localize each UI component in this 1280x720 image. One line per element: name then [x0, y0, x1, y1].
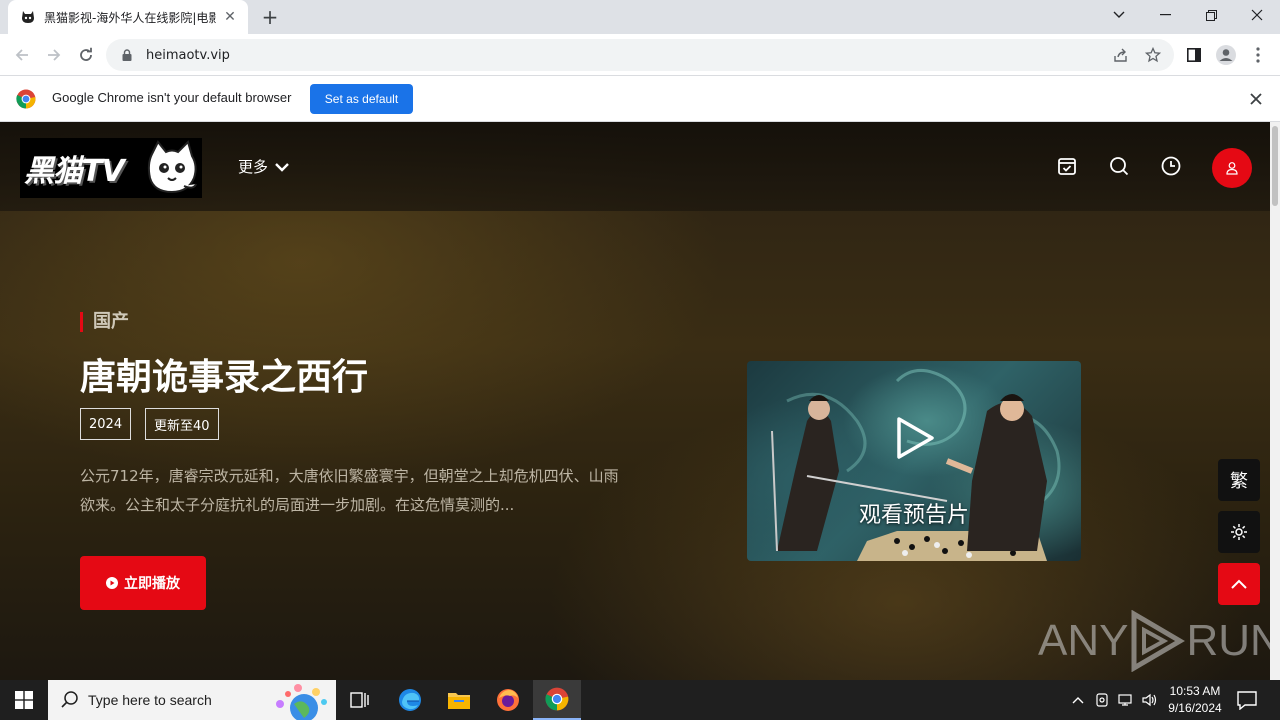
history-clock-icon[interactable] [1159, 154, 1183, 178]
watchlist-icon[interactable] [1055, 154, 1079, 178]
cat-mascot-icon [147, 140, 197, 194]
clock-date: 9/16/2024 [1168, 701, 1222, 715]
traditional-chinese-button[interactable]: 繁 [1218, 459, 1260, 501]
trailer-poster-image [771, 369, 1061, 561]
watermark-right: RUN [1186, 616, 1270, 665]
play-now-label: 立即播放 [124, 576, 180, 592]
watermark-left: ANY [1038, 616, 1129, 665]
tab-close-icon[interactable]: ✕ [222, 9, 238, 25]
forward-button[interactable] [40, 41, 68, 69]
hero-description: 公元712年，唐睿宗改元延和，大唐依旧繁盛寰宇，但朝堂之上却危机四伏、山雨欲来。… [80, 467, 619, 514]
watch-trailer-label: 观看预告片 [858, 503, 969, 528]
windows-taskbar: Type here to search 10:53 AM 9/16/2024 [0, 680, 1280, 720]
taskbar-clock[interactable]: 10:53 AM 9/16/2024 [1160, 683, 1230, 717]
back-button[interactable] [8, 41, 36, 69]
user-icon [1226, 162, 1238, 175]
folder-icon [448, 693, 470, 709]
year-tag: 2024 [80, 408, 132, 440]
anyrun-watermark: ANY RUN [1038, 610, 1270, 672]
chrome-taskbar-button[interactable] [533, 680, 581, 720]
network-icon[interactable] [1116, 690, 1136, 710]
reload-button[interactable] [72, 41, 100, 69]
browser-toolbar: heimaotv.vip [0, 34, 1280, 76]
trailer-thumbnail[interactable]: 观看预告片 [747, 361, 1081, 561]
chrome-icon [545, 687, 569, 711]
scrollbar-thumb[interactable] [1272, 126, 1278, 206]
edge-icon [399, 689, 421, 711]
site-logo[interactable]: 黑猫TV [20, 138, 202, 198]
cat-favicon-icon [20, 9, 36, 25]
firefox-icon [497, 689, 519, 711]
page-scrollbar[interactable] [1270, 122, 1280, 680]
chrome-logo-icon [16, 89, 36, 109]
profile-avatar-icon[interactable] [1214, 43, 1238, 67]
web-page: 黑猫TV 更多 国产 唐朝诡事录之西行 2024 更新至40 公元712年，唐睿… [0, 122, 1270, 680]
notification-center-icon[interactable] [1236, 690, 1258, 710]
site-header: 黑猫TV 更多 [0, 122, 1270, 211]
windows-logo-icon [15, 691, 33, 709]
bookmark-star-icon[interactable] [1144, 46, 1162, 64]
device-icon[interactable] [1092, 690, 1112, 710]
user-account-button[interactable] [1212, 148, 1252, 188]
infobar-close-icon[interactable] [1246, 89, 1266, 109]
play-now-button[interactable]: 立即播放 [80, 556, 206, 610]
task-view-icon [350, 692, 369, 708]
search-icon [61, 691, 78, 708]
start-button[interactable] [0, 680, 48, 720]
restore-button[interactable] [1188, 0, 1234, 30]
play-icon [106, 577, 118, 589]
settings-button[interactable] [1218, 511, 1260, 553]
tab-search-chevron-icon[interactable] [1096, 0, 1142, 30]
share-icon[interactable] [1112, 46, 1130, 64]
search-highlight-globe-icon [276, 684, 327, 720]
address-bar[interactable]: heimaotv.vip [106, 39, 1174, 71]
gear-icon [1231, 524, 1247, 540]
volume-icon[interactable] [1140, 690, 1160, 710]
chevron-down-icon [274, 159, 290, 175]
search-icon[interactable] [1107, 154, 1131, 178]
browser-tab[interactable]: 黑猫影视-海外华人在线影院|电影 ✕ [8, 0, 248, 34]
episode-tag: 更新至40 [145, 408, 219, 440]
play-triangle-icon [897, 417, 934, 459]
lock-icon[interactable] [120, 48, 134, 62]
file-explorer-taskbar-button[interactable] [435, 680, 483, 720]
clock-time: 10:53 AM [1169, 684, 1221, 698]
close-window-button[interactable] [1234, 0, 1280, 30]
taskbar-search-box[interactable]: Type here to search [48, 680, 336, 720]
set-as-default-button[interactable]: Set as default [310, 84, 413, 114]
hero-category: 国产 [80, 312, 129, 332]
tray-overflow-chevron-icon[interactable] [1068, 690, 1088, 710]
chrome-menu-icon[interactable] [1246, 43, 1270, 67]
taskbar-search-placeholder: Type here to search [88, 692, 212, 708]
firefox-taskbar-button[interactable] [484, 680, 532, 720]
watermark-play-icon [1131, 610, 1186, 672]
default-browser-infobar: Google Chrome isn't your default browser… [0, 76, 1280, 122]
back-to-top-button[interactable] [1218, 563, 1260, 605]
browser-tab-strip: 黑猫影视-海外华人在线影院|电影 ✕ + [0, 0, 1280, 34]
more-menu-label: 更多 [238, 158, 269, 176]
url-text: heimaotv.vip [146, 47, 230, 63]
infobar-message: Google Chrome isn't your default browser [52, 90, 292, 105]
chevron-up-icon [1231, 579, 1247, 589]
tab-title: 黑猫影视-海外华人在线影院|电影 [44, 10, 216, 25]
minimize-button[interactable] [1142, 0, 1188, 30]
edge-taskbar-button[interactable] [386, 680, 434, 720]
more-menu[interactable]: 更多 [238, 156, 290, 177]
new-tab-button[interactable]: + [258, 6, 282, 28]
hero-title: 唐朝诡事录之西行 [80, 357, 369, 398]
task-view-button[interactable] [336, 680, 384, 720]
logo-text: 黑猫TV [24, 154, 125, 189]
side-panel-icon[interactable] [1182, 43, 1206, 67]
